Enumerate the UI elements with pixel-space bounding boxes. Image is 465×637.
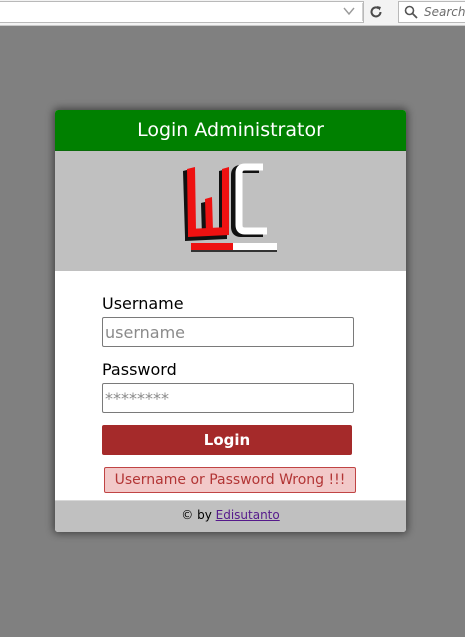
wc-logo-icon	[183, 163, 277, 252]
search-icon	[404, 5, 418, 19]
url-bar[interactable]	[0, 1, 364, 23]
toolbar-separator	[362, 3, 363, 21]
footer-prefix: © by	[181, 508, 216, 522]
username-input[interactable]	[102, 317, 354, 347]
search-placeholder: Search	[424, 5, 465, 19]
browser-toolbar: Search	[0, 0, 465, 26]
card-title: Login Administrator	[55, 110, 406, 151]
login-button[interactable]: Login	[102, 425, 352, 455]
password-input[interactable]	[102, 383, 354, 413]
login-card: Login Administrator Username username Pa…	[55, 110, 406, 532]
error-message: Username or Password Wrong !!!	[104, 467, 356, 493]
search-box[interactable]: Search	[398, 1, 465, 23]
password-label: Password	[102, 360, 177, 379]
username-label: Username	[102, 294, 184, 313]
footer: © by Edisutanto	[55, 500, 406, 532]
reload-icon[interactable]	[368, 4, 384, 20]
logo-band	[55, 151, 406, 271]
dropdown-icon[interactable]	[342, 4, 356, 18]
author-link[interactable]: Edisutanto	[216, 508, 280, 522]
